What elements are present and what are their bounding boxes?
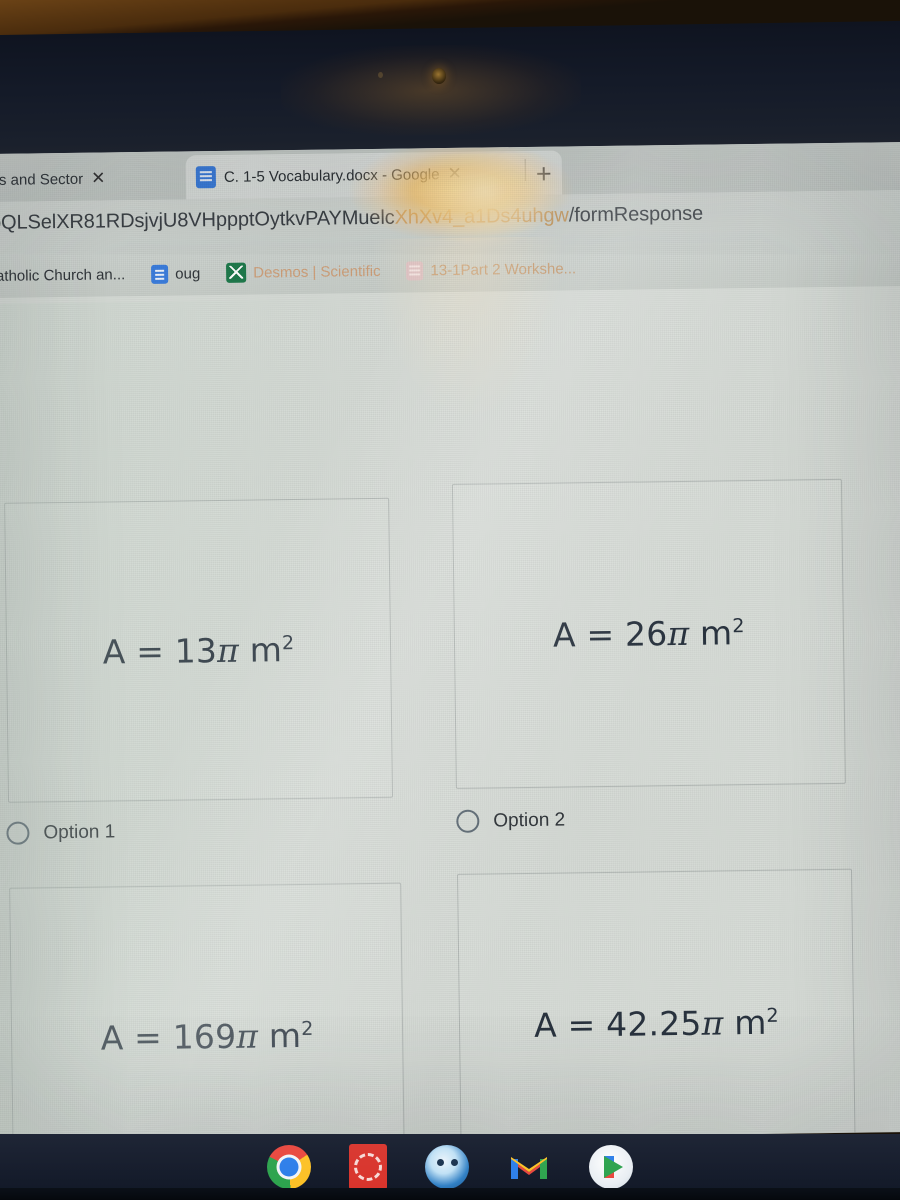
webcam-icon bbox=[432, 68, 446, 84]
google-form-question-options: A = 13π m2 Option 1 A = 26π m2 Option 2 … bbox=[0, 286, 900, 1145]
bookmark-label: Desmos | Scientific bbox=[253, 262, 381, 282]
url-suffix: /formResponse bbox=[568, 202, 704, 227]
expr-prefix: A = 169 bbox=[100, 1016, 237, 1058]
bookmark-desmos[interactable]: Desmos | Scientific bbox=[226, 261, 381, 283]
expr-unit: m bbox=[699, 613, 733, 653]
browser-tab-1[interactable]: of Circles and Sector ✕ bbox=[0, 155, 184, 202]
expr-prefix: A = 26 bbox=[552, 614, 668, 655]
bookmark-label: 13-1Part 2 Workshe... bbox=[430, 259, 577, 279]
option-row-1[interactable]: Option 1 bbox=[6, 820, 116, 845]
expr-unit: m bbox=[733, 1002, 767, 1043]
bezel-reflection bbox=[280, 42, 582, 138]
expr-prefix: A = 13 bbox=[102, 630, 218, 672]
option-image-card-2[interactable]: A = 26π m2 bbox=[451, 478, 846, 789]
play-triangle bbox=[604, 1156, 614, 1178]
bookmark-label: oug bbox=[175, 264, 201, 283]
option-image-card-1[interactable]: A = 13π m2 bbox=[4, 497, 394, 803]
browser-tab-2[interactable]: C. 1-5 Vocabulary.docx - Google ✕ bbox=[185, 150, 563, 200]
bookmark-catholic-church[interactable]: Catholic Church an... bbox=[0, 266, 125, 285]
expr-prefix: A = 42.25 bbox=[533, 1003, 702, 1045]
expr-exponent: 2 bbox=[300, 1016, 314, 1040]
tab-title: of Circles and Sector bbox=[0, 170, 84, 189]
close-icon[interactable]: ✕ bbox=[447, 164, 462, 184]
google-docs-icon bbox=[151, 264, 169, 284]
option-expression-4: A = 42.25π m2 bbox=[460, 1002, 853, 1046]
expr-unit: m bbox=[268, 1015, 302, 1055]
option-image-card-3[interactable]: A = 169π m2 bbox=[9, 882, 406, 1145]
expr-exponent: 2 bbox=[766, 1003, 779, 1027]
option-expression-3: A = 169π m2 bbox=[12, 1014, 402, 1058]
radio-button-2[interactable] bbox=[456, 809, 480, 833]
bookmark-oug[interactable]: oug bbox=[151, 264, 200, 284]
fish-app-icon[interactable] bbox=[425, 1145, 469, 1189]
red-app-icon[interactable] bbox=[349, 1144, 387, 1199]
option-expression-1: A = 13π m2 bbox=[7, 628, 390, 672]
pi-symbol: π bbox=[216, 630, 240, 670]
chrome-icon[interactable] bbox=[267, 1145, 311, 1198]
address-bar-url[interactable]: AlpQLSelXR81RDsjvjU8VHppptOytkvPAYMuelcX… bbox=[0, 203, 703, 236]
new-tab-button[interactable]: + bbox=[536, 159, 552, 190]
bookmark-13-1-part-2-worksheet[interactable]: 13-1Part 2 Workshe... bbox=[406, 259, 577, 281]
google-docs-icon bbox=[195, 166, 217, 189]
bookmark-label: Catholic Church an... bbox=[0, 265, 126, 285]
gmail-icon[interactable] bbox=[507, 1145, 551, 1189]
laptop-bottom-edge bbox=[0, 1188, 900, 1200]
option-label-1: Option 1 bbox=[43, 820, 116, 843]
webcam-indicator-icon bbox=[378, 72, 383, 78]
expr-exponent: 2 bbox=[732, 614, 745, 638]
option-expression-2: A = 26π m2 bbox=[455, 612, 843, 656]
option-row-2[interactable]: Option 2 bbox=[456, 809, 565, 833]
expr-unit: m bbox=[249, 629, 283, 670]
google-docs-icon bbox=[406, 260, 424, 281]
option-label-2: Option 2 bbox=[493, 809, 566, 831]
laptop-screen: of Circles and Sector ✕ C. 1-5 Vocabular… bbox=[0, 141, 900, 1145]
url-highlight: XhXv4_a1Ds4uhgw bbox=[394, 204, 569, 229]
tab-title: C. 1-5 Vocabulary.docx - Google bbox=[223, 165, 440, 186]
pi-symbol: π bbox=[701, 1003, 724, 1043]
pi-symbol: π bbox=[235, 1016, 259, 1056]
close-icon[interactable]: ✕ bbox=[91, 168, 106, 188]
play-store-icon[interactable] bbox=[589, 1145, 633, 1189]
option-image-card-4[interactable]: A = 42.25π m2 bbox=[457, 868, 856, 1145]
laptop-photo: of Circles and Sector ✕ C. 1-5 Vocabular… bbox=[0, 0, 900, 1200]
desmos-icon bbox=[226, 262, 247, 283]
pi-symbol: π bbox=[667, 613, 690, 654]
url-prefix: AlpQLSelXR81RDsjvjU8VHppptOytkvPAYMuelc bbox=[0, 206, 395, 235]
radio-button-1[interactable] bbox=[6, 821, 30, 845]
expr-exponent: 2 bbox=[281, 630, 295, 654]
